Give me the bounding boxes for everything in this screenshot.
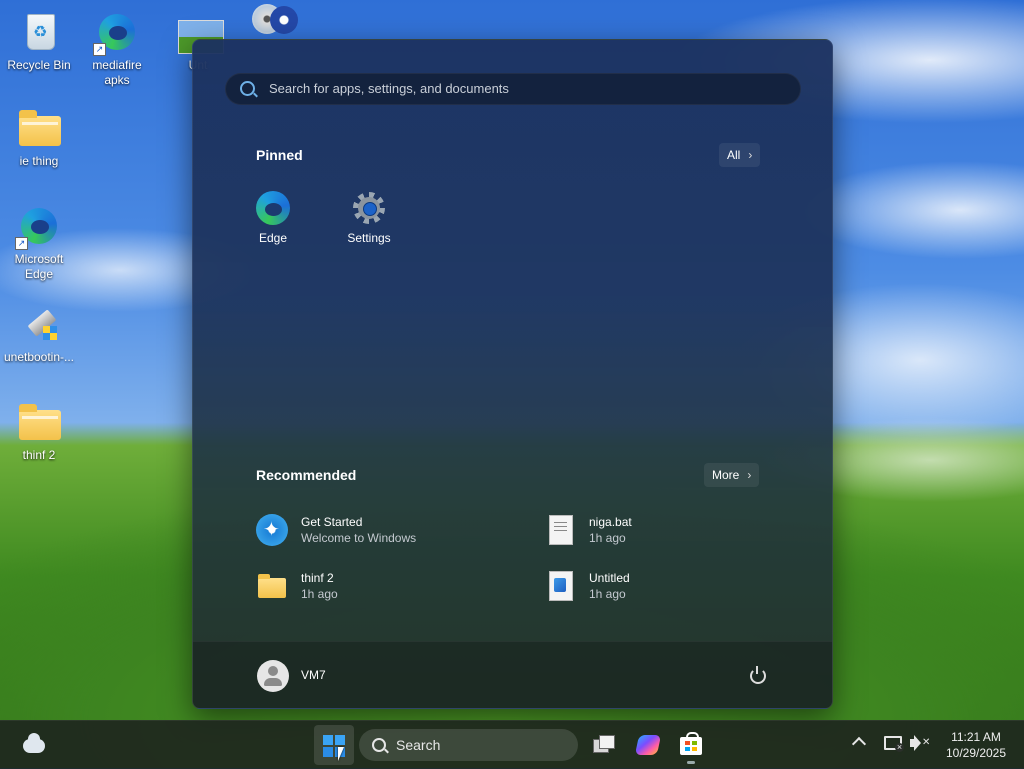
taskbar-search-box[interactable]: Search bbox=[359, 729, 578, 761]
batch-file-icon bbox=[544, 514, 576, 546]
desktop-icon-microsoft-edge[interactable]: ↗ Microsoft Edge bbox=[1, 202, 77, 282]
get-started-icon bbox=[256, 514, 288, 546]
image-file-icon bbox=[544, 570, 576, 602]
copilot-button[interactable] bbox=[627, 725, 667, 765]
all-apps-button[interactable]: All › bbox=[719, 143, 761, 167]
desktop-icon-unetbootin[interactable]: unetbootin-... bbox=[1, 300, 77, 365]
folder-icon bbox=[15, 104, 63, 152]
desktop: { "desktop": { "icons": [ {"label": "Rec… bbox=[0, 0, 1024, 769]
recommended-item-title: thinf 2 bbox=[301, 571, 334, 585]
recommended-item-subtitle: 1h ago bbox=[301, 587, 338, 601]
gear-icon bbox=[352, 191, 386, 225]
recommended-item-untitled[interactable]: Untitled 1h ago bbox=[544, 568, 784, 608]
desktop-icon-mediafire-apks[interactable]: ↗ mediafire apks bbox=[79, 8, 155, 88]
desktop-icon-thinf-2[interactable]: thinf 2 bbox=[1, 398, 77, 463]
show-hidden-icons-chevron-icon[interactable] bbox=[851, 736, 867, 752]
desktop-icon-recycle-bin[interactable]: Recycle Bin bbox=[1, 8, 77, 73]
power-button[interactable] bbox=[749, 666, 767, 684]
desktop-icon-label: unetbootin-... bbox=[3, 350, 75, 364]
task-view-button[interactable] bbox=[583, 725, 623, 765]
mouse-cursor-icon bbox=[338, 747, 344, 761]
edge-icon: ↗ bbox=[15, 202, 63, 250]
recommended-item-title: Get Started bbox=[301, 515, 363, 529]
clock-time: 11:21 AM bbox=[951, 730, 1001, 744]
recommended-item-niga-bat[interactable]: niga.bat 1h ago bbox=[544, 512, 784, 552]
pinned-app-label: Settings bbox=[347, 231, 391, 245]
start-menu: Search for apps, settings, and documents… bbox=[192, 39, 833, 709]
power-icon bbox=[750, 668, 766, 684]
copilot-icon bbox=[634, 735, 662, 755]
edge-icon bbox=[256, 191, 290, 225]
search-icon bbox=[240, 81, 255, 96]
all-apps-label: All bbox=[727, 148, 741, 162]
unetbootin-icon bbox=[15, 300, 63, 348]
start-footer: VM7 bbox=[193, 641, 832, 708]
folder-icon bbox=[256, 570, 288, 602]
recommended-item-subtitle: Welcome to Windows bbox=[301, 531, 417, 545]
clock[interactable]: 11:21 AM 10/29/2025 bbox=[936, 729, 1016, 761]
recommended-item-subtitle: 1h ago bbox=[589, 531, 626, 545]
recommended-item-subtitle: 1h ago bbox=[589, 587, 626, 601]
pinned-title: Pinned bbox=[256, 147, 303, 163]
user-name[interactable]: VM7 bbox=[301, 668, 326, 682]
pinned-app-label: Edge bbox=[258, 231, 288, 245]
volume-muted-icon[interactable]: ✕ bbox=[910, 735, 930, 751]
desktop-icon-label: Recycle Bin bbox=[7, 58, 71, 72]
running-indicator bbox=[687, 761, 695, 764]
folder-icon bbox=[15, 398, 63, 446]
recommended-title: Recommended bbox=[256, 467, 357, 483]
start-search-placeholder: Search for apps, settings, and documents bbox=[269, 81, 509, 96]
chevron-right-icon: › bbox=[747, 468, 752, 482]
desktop-icon-label: mediafire apks bbox=[92, 58, 142, 87]
user-avatar[interactable] bbox=[257, 660, 289, 692]
store-icon bbox=[680, 732, 702, 755]
recycle-bin-icon bbox=[15, 8, 63, 56]
desktop-icon-label: thinf 2 bbox=[22, 448, 56, 462]
edge-shortcut-icon: ↗ bbox=[93, 8, 141, 56]
weather-widget-button[interactable] bbox=[14, 725, 54, 765]
clock-date: 10/29/2025 bbox=[945, 746, 1007, 760]
pinned-app-settings[interactable]: Settings bbox=[329, 191, 409, 245]
desktop-icon-label: ie thing bbox=[19, 154, 59, 168]
cloud-icon bbox=[23, 733, 45, 753]
search-icon bbox=[372, 738, 386, 752]
recommended-item-get-started[interactable]: Get Started Welcome to Windows bbox=[256, 512, 496, 552]
network-icon[interactable]: × bbox=[884, 736, 904, 752]
start-search-input[interactable]: Search for apps, settings, and documents bbox=[225, 73, 801, 105]
desktop-icon-ie-thing[interactable]: ie thing bbox=[1, 104, 77, 169]
recommended-item-title: Untitled bbox=[589, 571, 630, 585]
start-button[interactable] bbox=[314, 725, 354, 765]
more-button[interactable]: More › bbox=[704, 463, 760, 487]
recommended-item-title: niga.bat bbox=[589, 515, 632, 529]
taskbar-search-label: Search bbox=[396, 737, 441, 753]
desktop-icon-label: Microsoft Edge bbox=[14, 252, 64, 281]
microsoft-store-button[interactable] bbox=[671, 725, 711, 765]
pinned-app-edge[interactable]: Edge bbox=[233, 191, 313, 245]
chevron-right-icon: › bbox=[748, 148, 753, 162]
recommended-item-thinf-2[interactable]: thinf 2 1h ago bbox=[256, 568, 496, 608]
more-label: More bbox=[712, 468, 740, 482]
taskbar: Search × ✕ 11:21 AM 10/29/2025 bbox=[0, 720, 1024, 769]
